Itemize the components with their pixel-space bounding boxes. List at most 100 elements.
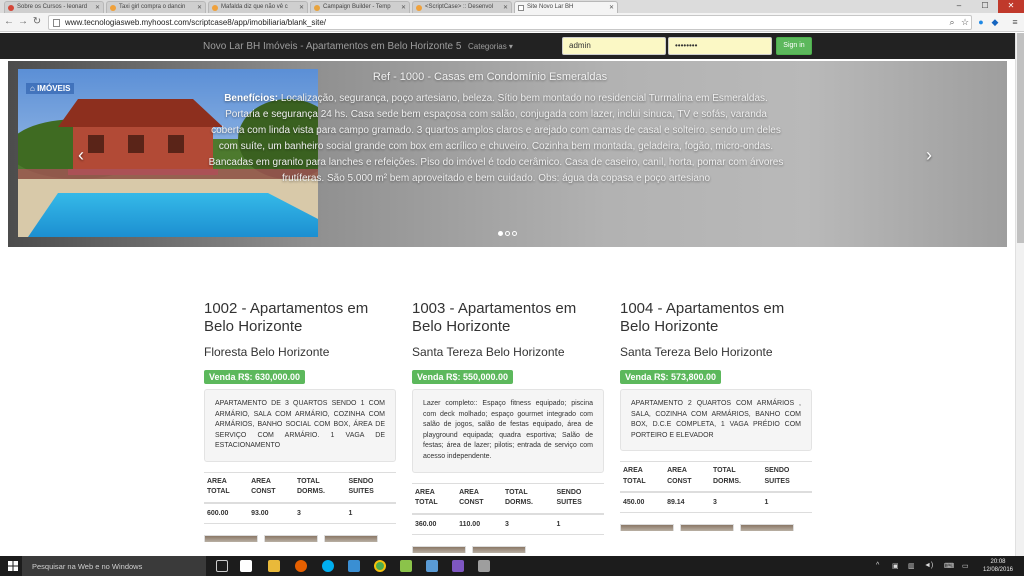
windows-start-icon[interactable] <box>8 561 18 571</box>
file-explorer-icon[interactable] <box>268 560 280 572</box>
browser-tab[interactable]: Campaign Builder - Temp ✕ <box>310 1 410 13</box>
close-icon[interactable]: ✕ <box>299 4 304 11</box>
thumbnail[interactable] <box>264 534 318 542</box>
keyboard-icon[interactable]: ⌨ <box>944 562 954 570</box>
thumbnail[interactable] <box>472 545 526 553</box>
gmail-icon <box>8 5 14 11</box>
categorias-dropdown[interactable]: Categorias ▾ <box>468 42 513 51</box>
table-row: 600.00 93.00 3 1 <box>204 502 396 524</box>
listing-description: APARTAMENTO DE 3 QUARTOS SENDO 1 COM ARM… <box>204 389 396 462</box>
menu-icon[interactable]: ≡ <box>1010 17 1020 27</box>
listing-title[interactable]: 1002 - Apartamentos em Belo Horizonte <box>204 300 396 336</box>
header-total-dorms: TOTAL DORMS. <box>293 471 346 504</box>
carousel-indicator[interactable] <box>498 231 503 236</box>
close-icon[interactable]: ✕ <box>95 4 100 11</box>
taskbar-clock[interactable]: 20:08 12/08/2016 <box>978 558 1018 574</box>
notifications-icon[interactable]: ▭ <box>962 562 969 570</box>
listing-title[interactable]: 1004 - Apartamentos em Belo Horizonte <box>620 300 812 336</box>
close-icon[interactable]: ✕ <box>197 4 202 11</box>
header-area-const: AREA CONST <box>456 482 502 515</box>
browser-tab[interactable]: Sobre os Cursos - leonard ✕ <box>4 1 104 13</box>
taskbar-search[interactable]: Pesquisar na Web e no Windows <box>22 556 206 576</box>
tray-app-icon[interactable]: ▣ <box>892 562 899 570</box>
volume-icon[interactable]: ◄) <box>924 562 933 569</box>
carousel-indicator[interactable] <box>505 231 510 236</box>
chevron-left-icon[interactable]: ‹ <box>78 145 84 166</box>
address-bar[interactable]: www.tecnologiasweb.myhoost.com/scriptcas… <box>48 15 972 30</box>
app-icon[interactable] <box>478 560 490 572</box>
close-icon[interactable]: ✕ <box>503 4 508 11</box>
favicon-icon <box>416 5 422 11</box>
listing-title[interactable]: 1003 - Apartamentos em Belo Horizonte <box>412 300 604 336</box>
price-badge: Venda R$: 630,000.00 <box>204 370 306 384</box>
username-input[interactable]: admin <box>562 37 666 55</box>
header-sendo-suites: SENDO SUITES <box>761 461 812 494</box>
spec-table: AREA TOTAL AREA CONST TOTAL DORMS. SENDO… <box>204 471 396 524</box>
header-area-const: AREA CONST <box>664 461 710 494</box>
photo-thumbnails <box>620 521 812 532</box>
thumbnail[interactable] <box>204 534 258 542</box>
listing-neighborhood: Santa Tereza Belo Horizonte <box>620 345 773 359</box>
page-icon <box>53 19 60 27</box>
header-area-total: AREA TOTAL <box>204 471 249 504</box>
site-logo: ⌂ IMÓVEIS <box>26 83 75 94</box>
carousel-indicator[interactable] <box>512 231 517 236</box>
reload-icon[interactable]: ↻ <box>31 16 43 27</box>
app-icon[interactable] <box>426 560 438 572</box>
thumbnail[interactable] <box>740 524 794 532</box>
back-icon[interactable]: ← <box>3 16 15 27</box>
header-area-total: AREA TOTAL <box>620 461 665 494</box>
favicon-icon <box>314 5 320 11</box>
thumbnail[interactable] <box>324 534 378 542</box>
notepad-icon[interactable] <box>400 560 412 572</box>
carousel-title[interactable]: Ref - 1000 - Casas em Condomínio Esmeral… <box>340 71 640 83</box>
password-input[interactable]: •••••••• <box>668 37 772 55</box>
extension-icon[interactable]: ◆ <box>990 17 1000 27</box>
price-badge: Venda R$: 550,000.00 <box>412 370 514 384</box>
carousel-indicators <box>498 223 519 241</box>
table-row: 450.00 89.14 3 1 <box>620 492 812 514</box>
chevron-right-icon[interactable]: › <box>926 145 932 166</box>
page-icon <box>518 5 524 11</box>
sign-in-button[interactable]: Sign in <box>776 37 812 55</box>
benefits-label: Benefícios: <box>224 93 279 104</box>
browser-tab-active[interactable]: Site Novo Lar BH ✕ <box>514 1 618 13</box>
bookmark-star-icon[interactable]: ☆ <box>960 17 970 27</box>
close-window-icon[interactable]: ✕ <box>998 0 1024 13</box>
browser-tab[interactable]: <ScriptCase> :: Desenvol ✕ <box>412 1 512 13</box>
browser-tab[interactable]: Mafalda diz que não vê c ✕ <box>208 1 308 13</box>
task-view-icon[interactable] <box>216 560 228 572</box>
site-brand[interactable]: Novo Lar BH Imóveis - Apartamentos em Be… <box>203 41 461 52</box>
firefox-icon[interactable] <box>295 560 307 572</box>
spec-table: AREA TOTAL AREA CONST TOTAL DORMS. SENDO… <box>620 461 812 514</box>
network-icon[interactable]: ▥ <box>908 562 915 570</box>
header-sendo-suites: SENDO SUITES <box>553 482 604 515</box>
zoom-icon[interactable]: ⌕ <box>947 17 957 27</box>
page-scrollbar[interactable] <box>1015 33 1024 556</box>
listing-neighborhood: Santa Tereza Belo Horizonte <box>412 345 565 359</box>
thumbnail[interactable] <box>680 524 734 532</box>
header-area-const: AREA CONST <box>248 471 294 504</box>
listing-card: 1004 - Apartamentos em Belo Horizonte Sa… <box>620 300 812 532</box>
close-icon[interactable]: ✕ <box>401 4 406 11</box>
windows-taskbar: Pesquisar na Web e no Windows ^ ▣ ▥ ◄) ⌨… <box>0 556 1024 576</box>
listing-card: 1002 - Apartamentos em Belo Horizonte Fl… <box>204 300 396 542</box>
scrollbar-thumb[interactable] <box>1017 33 1024 243</box>
forward-icon[interactable]: → <box>17 16 29 27</box>
extension-icon[interactable]: ● <box>976 17 986 27</box>
close-icon[interactable]: ✕ <box>609 4 614 11</box>
browser-tab[interactable]: Taxi girl compra o dancin ✕ <box>106 1 206 13</box>
carousel-description: Benefícios: Localização, segurança, poço… <box>208 91 784 187</box>
thumbnail[interactable] <box>412 545 466 553</box>
chrome-icon[interactable] <box>374 560 386 572</box>
app-icon[interactable] <box>348 560 360 572</box>
minimize-icon[interactable]: – <box>946 0 972 13</box>
maximize-icon[interactable]: ☐ <box>972 0 998 13</box>
photo-thumbnails <box>412 543 604 553</box>
app-icon[interactable] <box>452 560 464 572</box>
tray-chevron-icon[interactable]: ^ <box>876 562 879 569</box>
thumbnail[interactable] <box>620 524 674 532</box>
skype-icon[interactable] <box>322 560 334 572</box>
header-area-total: AREA TOTAL <box>412 482 457 515</box>
store-icon[interactable] <box>240 560 252 572</box>
